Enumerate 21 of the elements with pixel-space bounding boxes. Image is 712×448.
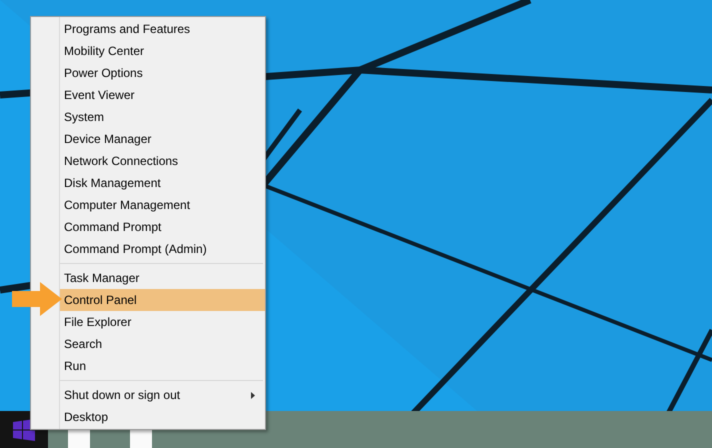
menu-item[interactable]: Disk Management	[60, 172, 265, 194]
taskbar-icon[interactable]	[68, 430, 90, 448]
menu-item[interactable]: Command Prompt	[60, 216, 265, 238]
menu-item[interactable]: Run	[60, 355, 265, 377]
menu-item[interactable]: Event Viewer	[60, 84, 265, 106]
menu-item[interactable]: Task Manager	[60, 267, 265, 289]
arrow-icon	[12, 282, 62, 316]
menu-item[interactable]: Device Manager	[60, 128, 265, 150]
menu-item[interactable]: Computer Management	[60, 194, 265, 216]
menu-item[interactable]: Shut down or sign out	[60, 384, 265, 406]
menu-item[interactable]: Network Connections	[60, 150, 265, 172]
menu-item[interactable]: Mobility Center	[60, 40, 265, 62]
menu-item[interactable]: Programs and Features	[60, 18, 265, 40]
menu-item[interactable]: File Explorer	[60, 311, 265, 333]
menu-item[interactable]: Power Options	[60, 62, 265, 84]
taskbar-icon[interactable]	[130, 430, 152, 448]
menu-item[interactable]: Command Prompt (Admin)	[60, 238, 265, 260]
menu-item[interactable]: Desktop	[60, 406, 265, 428]
menu-item[interactable]: Control Panel	[60, 289, 265, 311]
menu-item[interactable]: System	[60, 106, 265, 128]
menu-item[interactable]: Search	[60, 333, 265, 355]
